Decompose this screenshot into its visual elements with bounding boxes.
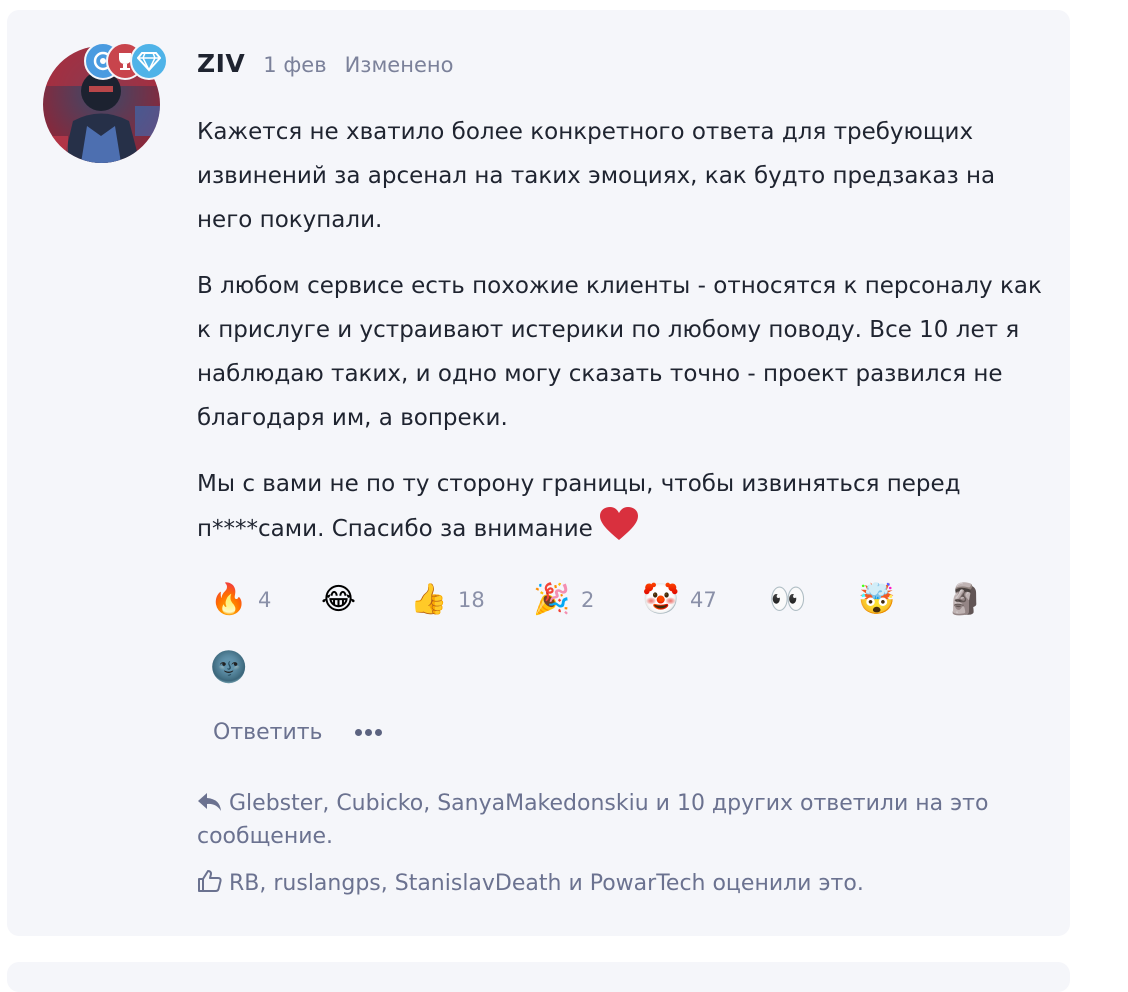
new-moon-face-emoji-icon: 🌚 — [210, 650, 248, 685]
edited-label: Изменено — [344, 53, 454, 77]
reaction-count: 2 — [581, 588, 595, 612]
reaction-party[interactable]: 🎉 2 — [533, 570, 594, 630]
reaction-moai[interactable]: 🗿 — [946, 570, 984, 630]
exploding-head-emoji-icon: 🤯 — [858, 582, 896, 617]
comment-date[interactable]: 1 фев — [263, 53, 326, 77]
replies-text: Glebster, Cubicko, SanyaMakedonskiu и 10… — [197, 791, 989, 849]
reaction-clown[interactable]: 🤡 47 — [642, 570, 717, 630]
more-options-icon[interactable] — [354, 723, 382, 743]
reply-button[interactable]: Ответить — [213, 720, 323, 745]
heart-icon — [599, 506, 639, 557]
fire-emoji-icon: 🔥 — [210, 582, 248, 617]
reaction-count: 47 — [690, 588, 717, 612]
reaction-new-moon[interactable]: 🌚 — [210, 638, 248, 698]
party-popper-emoji-icon: 🎉 — [533, 582, 571, 617]
comment-body: Кажется не хватило более конкретного отв… — [197, 110, 1047, 579]
diamond-badge-icon[interactable] — [130, 42, 168, 80]
laughing-tears-emoji-icon: 😂 — [321, 582, 357, 617]
comment-paragraph: Мы с вами не по ту сторону границы, чтоб… — [197, 462, 1047, 557]
comment-header: ZIV 1 фев Изменено — [197, 49, 453, 78]
badge-group — [84, 42, 174, 82]
reaction-eyes[interactable]: 👀 — [769, 570, 807, 630]
clown-emoji-icon: 🤡 — [642, 582, 680, 617]
eyes-emoji-icon: 👀 — [769, 582, 807, 617]
reaction-count: 18 — [458, 588, 485, 612]
moai-emoji-icon: 🗿 — [946, 582, 984, 617]
reaction-exploding-head[interactable]: 🤯 — [858, 570, 896, 630]
reaction-laughing[interactable]: 😂 — [321, 570, 357, 630]
replies-info[interactable]: Glebster, Cubicko, SanyaMakedonskiu и 10… — [197, 787, 1017, 853]
likes-text: RB, ruslangps, StanislavDeath и PowarTec… — [229, 871, 864, 896]
reaction-thumbs-up[interactable]: 👍 18 — [410, 570, 485, 630]
thumbs-up-outline-icon — [198, 870, 222, 892]
comment-paragraph: В любом сервисе есть похожие клиенты - о… — [197, 273, 1042, 431]
author-name[interactable]: ZIV — [197, 49, 245, 78]
reaction-fire[interactable]: 🔥 4 — [210, 570, 271, 630]
comment-paragraph-text: Мы с вами не по ту сторону границы, чтоб… — [197, 471, 961, 542]
comment-actions: Ответить — [213, 720, 382, 745]
reaction-count: 4 — [258, 588, 272, 612]
likes-info[interactable]: RB, ruslangps, StanislavDeath и PowarTec… — [197, 867, 1017, 900]
reactions-bar: 🔥 4 😂 👍 18 🎉 2 🤡 47 👀 🤯 🗿 🌚 — [197, 570, 1047, 690]
thumbs-up-emoji-icon: 👍 — [410, 582, 448, 617]
reply-arrow-icon — [198, 793, 221, 811]
comment-paragraph: Кажется не хватило более конкретного отв… — [197, 119, 996, 233]
next-comment-card — [7, 962, 1070, 992]
